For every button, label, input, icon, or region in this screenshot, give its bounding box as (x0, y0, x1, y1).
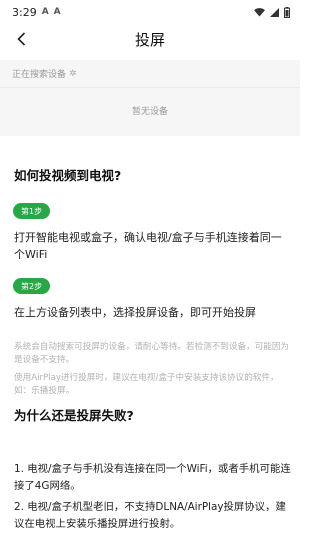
nav-bar: 投屏 (0, 24, 300, 54)
wifi-icon (254, 7, 265, 17)
empty-device-text: 暂无设备 (131, 107, 168, 117)
note-airplay: 使用AirPlay进行投屏时，建议在电视/盒子中安装支持该协议的软件，如：乐播投… (14, 373, 279, 396)
step-1-badge: 第1步 (13, 203, 51, 219)
signal-icon (270, 7, 279, 17)
reason-2: 2. 电视/盒子机型老旧，不支持DLNA/AirPlay投屏协议，建议在电视上安… (14, 501, 286, 530)
help-guide: 如何投视频到电视? 第1步 打开智能电视或盒子，确认电视/盒子与手机连接着同一个… (0, 136, 300, 533)
battery-icon (284, 6, 290, 18)
step-2-badge: 第2步 (13, 278, 51, 294)
faq-title: 为什么还是投屏失败? (14, 408, 134, 423)
note-auto-search: 系统会自动搜索可投屏的设备，请耐心等待。若检测不到设备，可能因为是设备不支持。 (14, 342, 290, 365)
status-right (254, 6, 290, 18)
guide-title: 如何投视频到电视? (14, 168, 122, 183)
search-status-text: 正在搜索设备 (12, 70, 67, 80)
back-button[interactable] (10, 28, 32, 50)
status-time: 3:29 (12, 5, 37, 19)
step-1-text: 打开智能电视或盒子，确认电视/盒子与手机连接着同一个WiFi (14, 231, 282, 261)
reason-1: 1. 电视/盒子与手机没有连接在同一个WiFi，或者手机可能连接了4G网络。 (14, 463, 291, 492)
status-bar: 3:29 A A (0, 0, 300, 24)
notification-a-icon-2: A (53, 7, 61, 17)
device-list-panel: 正在搜索设备 ✲ 暂无设备 (0, 60, 300, 136)
status-left: 3:29 A A (12, 6, 61, 19)
chevron-left-icon (16, 32, 25, 46)
step-2-text: 在上方设备列表中，选择投屏设备，即可开始投屏 (14, 306, 256, 319)
device-search-status: 正在搜索设备 ✲ (0, 60, 300, 88)
page-title: 投屏 (134, 30, 165, 49)
loading-spinner-icon: ✲ (69, 68, 77, 79)
notification-a-icon: A (41, 7, 49, 17)
